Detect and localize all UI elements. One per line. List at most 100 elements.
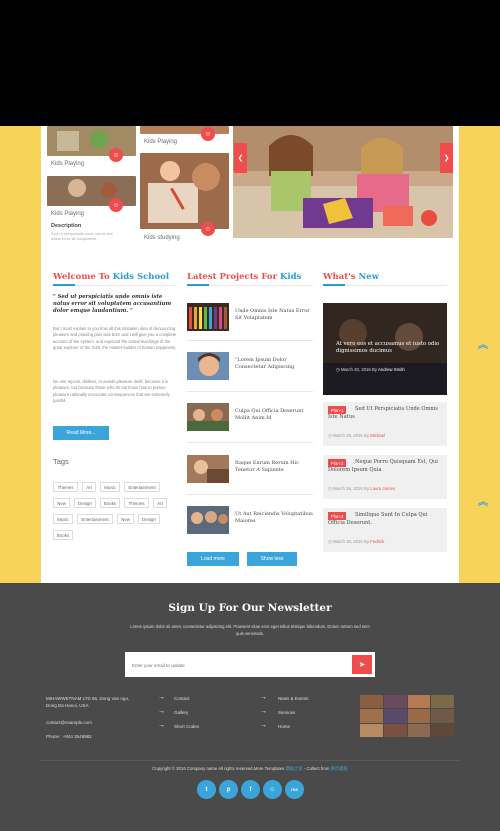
- news-divider: [323, 284, 447, 286]
- tag-item[interactable]: Music: [53, 514, 73, 524]
- news-card[interactable]: Neque Porro Quisquam Est, Qui Dolorem Ip…: [323, 455, 447, 499]
- project-thumbnail-image: [187, 403, 229, 431]
- tag-item[interactable]: New: [117, 514, 134, 524]
- gallery-caption: Kids studying: [144, 235, 180, 241]
- tag-item[interactable]: Music: [100, 482, 120, 492]
- gallery-image: [47, 176, 136, 206]
- project-item[interactable]: Ut Aut Reiciendis Voluptatibus Maiores: [187, 506, 313, 551]
- tag-item[interactable]: Design: [138, 514, 160, 524]
- footer-email[interactable]: contact@example.com: [46, 719, 92, 726]
- footer-link[interactable]: Short Codes: [174, 724, 199, 729]
- hero-prev-button[interactable]: ❮: [234, 143, 247, 173]
- pinterest-icon[interactable]: p: [219, 780, 238, 799]
- top-header-bar: [0, 0, 500, 126]
- news-author[interactable]: Michael: [370, 433, 385, 438]
- gallery-thumb-3[interactable]: [47, 176, 136, 206]
- welcome-paragraph-2: No one rejects, dislikes, or avoids plea…: [53, 379, 170, 404]
- gallery-caption: Kids Playing: [51, 211, 85, 217]
- gallery-caption: Kids Playing: [51, 161, 85, 167]
- news-title-part-b: New: [358, 272, 380, 282]
- footer-gallery-thumb[interactable]: [360, 723, 383, 737]
- tag-item[interactable]: Books: [53, 530, 73, 540]
- footer-gallery-thumb[interactable]: [383, 695, 407, 709]
- tag-item[interactable]: Entertainment: [77, 514, 113, 524]
- gallery-badge[interactable]: ☺: [201, 222, 215, 236]
- news-card-meta: ◷ March 30, 2016 By Fedrick: [328, 539, 384, 545]
- tag-item[interactable]: New: [53, 498, 70, 508]
- project-title: Unde Omnis Iste Natus Error Sit Voluptat…: [235, 308, 310, 321]
- gallery-thumb-2[interactable]: [140, 126, 229, 134]
- footer-link[interactable]: Contact: [174, 696, 190, 701]
- show-less-button[interactable]: Show less: [247, 552, 297, 566]
- facebook-icon[interactable]: f: [241, 780, 260, 799]
- tag-item[interactable]: Design: [74, 498, 96, 508]
- newsletter-email-input[interactable]: [132, 660, 332, 670]
- footer-gallery-thumb[interactable]: [407, 695, 431, 709]
- project-divider: [187, 340, 313, 341]
- arrow-right-icon: →: [158, 694, 165, 701]
- footer-gallery-thumb[interactable]: [360, 695, 383, 709]
- clock-icon: ◷: [328, 539, 332, 544]
- news-feature-card[interactable]: At vero eos et accusamus et iusto odio d…: [323, 303, 447, 395]
- footer-link[interactable]: News & Events: [278, 696, 309, 701]
- project-thumbnail: [187, 403, 229, 431]
- news-by: By: [364, 433, 370, 438]
- project-thumbnail-image: [187, 506, 229, 534]
- news-card[interactable]: Similique Sunt In Culpa Qui Officia Dese…: [323, 508, 447, 552]
- footer-gallery-thumb[interactable]: [431, 709, 454, 723]
- scroll-up-chevron-icon[interactable]: ︽: [478, 493, 488, 508]
- load-more-button[interactable]: Load more: [187, 552, 239, 566]
- scroll-up-chevron-icon[interactable]: ︽: [478, 336, 488, 351]
- gallery-badge[interactable]: ☺: [109, 148, 123, 162]
- projects-title-part-b: Kids: [280, 272, 302, 282]
- plan-badge: Plan-1: [328, 406, 347, 414]
- copyright-link[interactable]: 网页模板: [331, 766, 348, 771]
- hero-next-button[interactable]: ❯: [440, 143, 453, 173]
- tag-item[interactable]: Books: [100, 498, 120, 508]
- copyright-text: Copyright © 2016 Company name All rights…: [152, 766, 285, 771]
- news-author[interactable]: Andrew Smith: [378, 367, 405, 372]
- footer-link[interactable]: Home: [278, 724, 290, 729]
- hero-slider[interactable]: ❮ ❯: [233, 126, 453, 238]
- twitter-icon[interactable]: t: [197, 780, 216, 799]
- news-date: March 26, 2016: [332, 486, 363, 491]
- copyright-link[interactable]: 模板之家: [285, 766, 302, 771]
- project-divider: [187, 442, 313, 443]
- project-divider: [187, 391, 313, 392]
- footer-gallery: [360, 695, 454, 737]
- news-card[interactable]: Sed Ut Perspiciatis Unde Omnis Iste Natu…: [323, 402, 447, 446]
- tag-item[interactable]: Themes: [124, 498, 149, 508]
- arrow-right-icon: →: [260, 708, 267, 715]
- footer-gallery-thumb[interactable]: [431, 695, 454, 709]
- footer-gallery-thumb[interactable]: [407, 709, 431, 723]
- footer-gallery-thumb[interactable]: [407, 723, 431, 737]
- news-by: By: [364, 486, 370, 491]
- project-title: Ut Aut Reiciendis Voluptatibus Maiores: [235, 511, 313, 524]
- gallery-thumb-4[interactable]: [140, 153, 229, 229]
- project-thumbnail-image: [187, 303, 229, 331]
- news-author[interactable]: Fedrick: [370, 539, 384, 544]
- clock-icon: ◷: [328, 433, 332, 438]
- tag-item[interactable]: Art: [153, 498, 167, 508]
- project-item[interactable]: Unde Omnis Iste Natus Error Sit Voluptat…: [187, 303, 313, 348]
- footer-gallery-thumb[interactable]: [383, 709, 407, 723]
- gallery-badge[interactable]: ☺: [109, 198, 123, 212]
- welcome-title: Welcome To Kids School: [53, 272, 169, 282]
- gallery-badge[interactable]: ☺: [201, 127, 215, 141]
- read-more-button[interactable]: Read More...: [53, 426, 109, 440]
- dribbble-icon[interactable]: ☺: [263, 780, 282, 799]
- gallery-thumb-1[interactable]: [47, 126, 136, 156]
- footer-gallery-thumb[interactable]: [360, 709, 383, 723]
- news-by: By: [372, 367, 378, 372]
- footer-gallery-thumb[interactable]: [383, 723, 407, 737]
- footer-gallery-thumb[interactable]: [431, 723, 454, 737]
- rss-icon[interactable]: rss: [285, 780, 304, 799]
- newsletter-subtitle: Lorem ipsum dolor sit amet, consectetur …: [130, 624, 370, 636]
- news-author[interactable]: Laura James: [370, 486, 395, 491]
- footer-link[interactable]: Gallery: [174, 710, 188, 715]
- tag-item[interactable]: Entertainment: [124, 482, 160, 492]
- footer-link[interactable]: Services: [278, 710, 295, 715]
- tag-item[interactable]: Themes: [53, 482, 78, 492]
- send-icon[interactable]: ➤: [352, 655, 372, 674]
- tag-item[interactable]: Art: [82, 482, 96, 492]
